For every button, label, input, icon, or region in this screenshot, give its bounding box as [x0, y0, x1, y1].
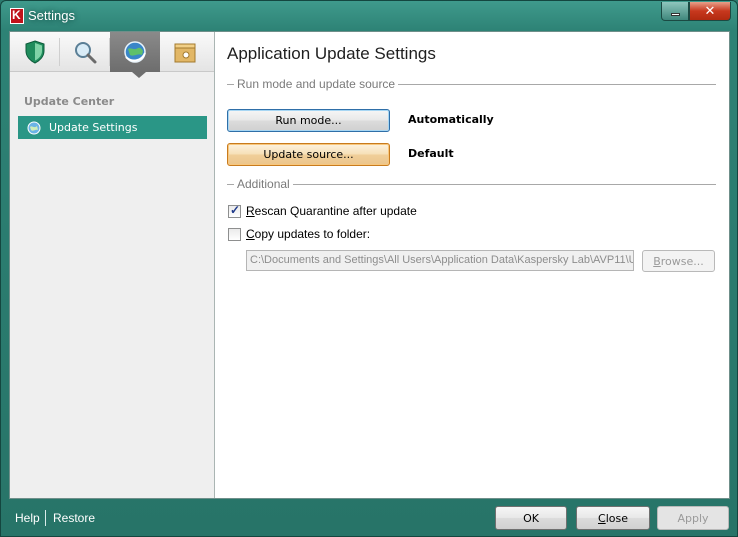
shield-icon	[25, 40, 45, 64]
copy-updates-checkbox[interactable]	[228, 227, 241, 241]
section-title: Update Center	[24, 95, 115, 108]
restore-link[interactable]: Restore	[53, 511, 95, 525]
globe-update-icon	[124, 41, 146, 63]
kaspersky-logo-icon: K	[10, 8, 24, 24]
tab-protection[interactable]	[10, 32, 60, 72]
group-additional: Additional	[227, 177, 716, 191]
group-run-mode: Run mode and update source	[227, 77, 716, 91]
copy-updates-label: Copy updates to folder:	[246, 227, 371, 241]
rescan-quarantine-label: Rescan Quarantine after update	[246, 204, 417, 218]
tab-update[interactable]	[110, 32, 160, 72]
title-bar: K Settings ✕	[1, 1, 737, 31]
settings-window: K Settings ✕ Update Center Update Settin…	[0, 0, 738, 537]
apply-button[interactable]: Apply	[657, 506, 729, 530]
update-globe-icon	[27, 121, 41, 134]
close-button[interactable]: Close	[576, 506, 650, 530]
sidebar-item-update-settings[interactable]: Update Settings	[18, 116, 207, 139]
sidebar-item-label: Update Settings	[49, 121, 138, 134]
left-pane: Update Center Update Settings	[10, 32, 215, 498]
minimize-button[interactable]	[661, 2, 689, 21]
rescan-quarantine-row[interactable]: Rescan Quarantine after update	[228, 203, 417, 218]
tab-additional[interactable]	[160, 32, 210, 72]
folder-path-field[interactable]: C:\Documents and Settings\All Users\Appl…	[246, 250, 634, 271]
run-mode-value: Automatically	[408, 113, 494, 126]
update-source-value: Default	[408, 147, 454, 160]
tab-scan[interactable]	[60, 32, 110, 72]
window-title: Settings	[28, 8, 75, 23]
update-source-button[interactable]: Update source...	[227, 143, 390, 166]
copy-updates-row[interactable]: Copy updates to folder:	[228, 227, 370, 241]
box-settings-icon	[174, 43, 196, 63]
group-run-mode-label: Run mode and update source	[237, 77, 396, 91]
magnifier-icon	[75, 42, 97, 64]
close-icon: ✕	[704, 3, 716, 19]
selected-tab-pointer	[132, 72, 146, 78]
settings-panel: Application Update Settings Run mode and…	[216, 32, 729, 498]
footer-divider	[45, 510, 46, 526]
close-window-button[interactable]: ✕	[689, 2, 731, 21]
run-mode-button[interactable]: Run mode...	[227, 109, 390, 132]
page-title: Application Update Settings	[227, 44, 436, 63]
group-additional-label: Additional	[237, 177, 290, 191]
footer-bar: Help Restore OK Close Apply	[9, 500, 730, 536]
client-area: Update Center Update Settings Applicatio…	[9, 31, 730, 499]
minimize-icon	[670, 12, 680, 16]
rescan-quarantine-checkbox[interactable]	[228, 203, 241, 218]
browse-button[interactable]: Browse...	[642, 250, 715, 272]
ok-button[interactable]: OK	[495, 506, 567, 530]
category-tab-bar	[10, 32, 214, 72]
help-link[interactable]: Help	[15, 511, 40, 525]
